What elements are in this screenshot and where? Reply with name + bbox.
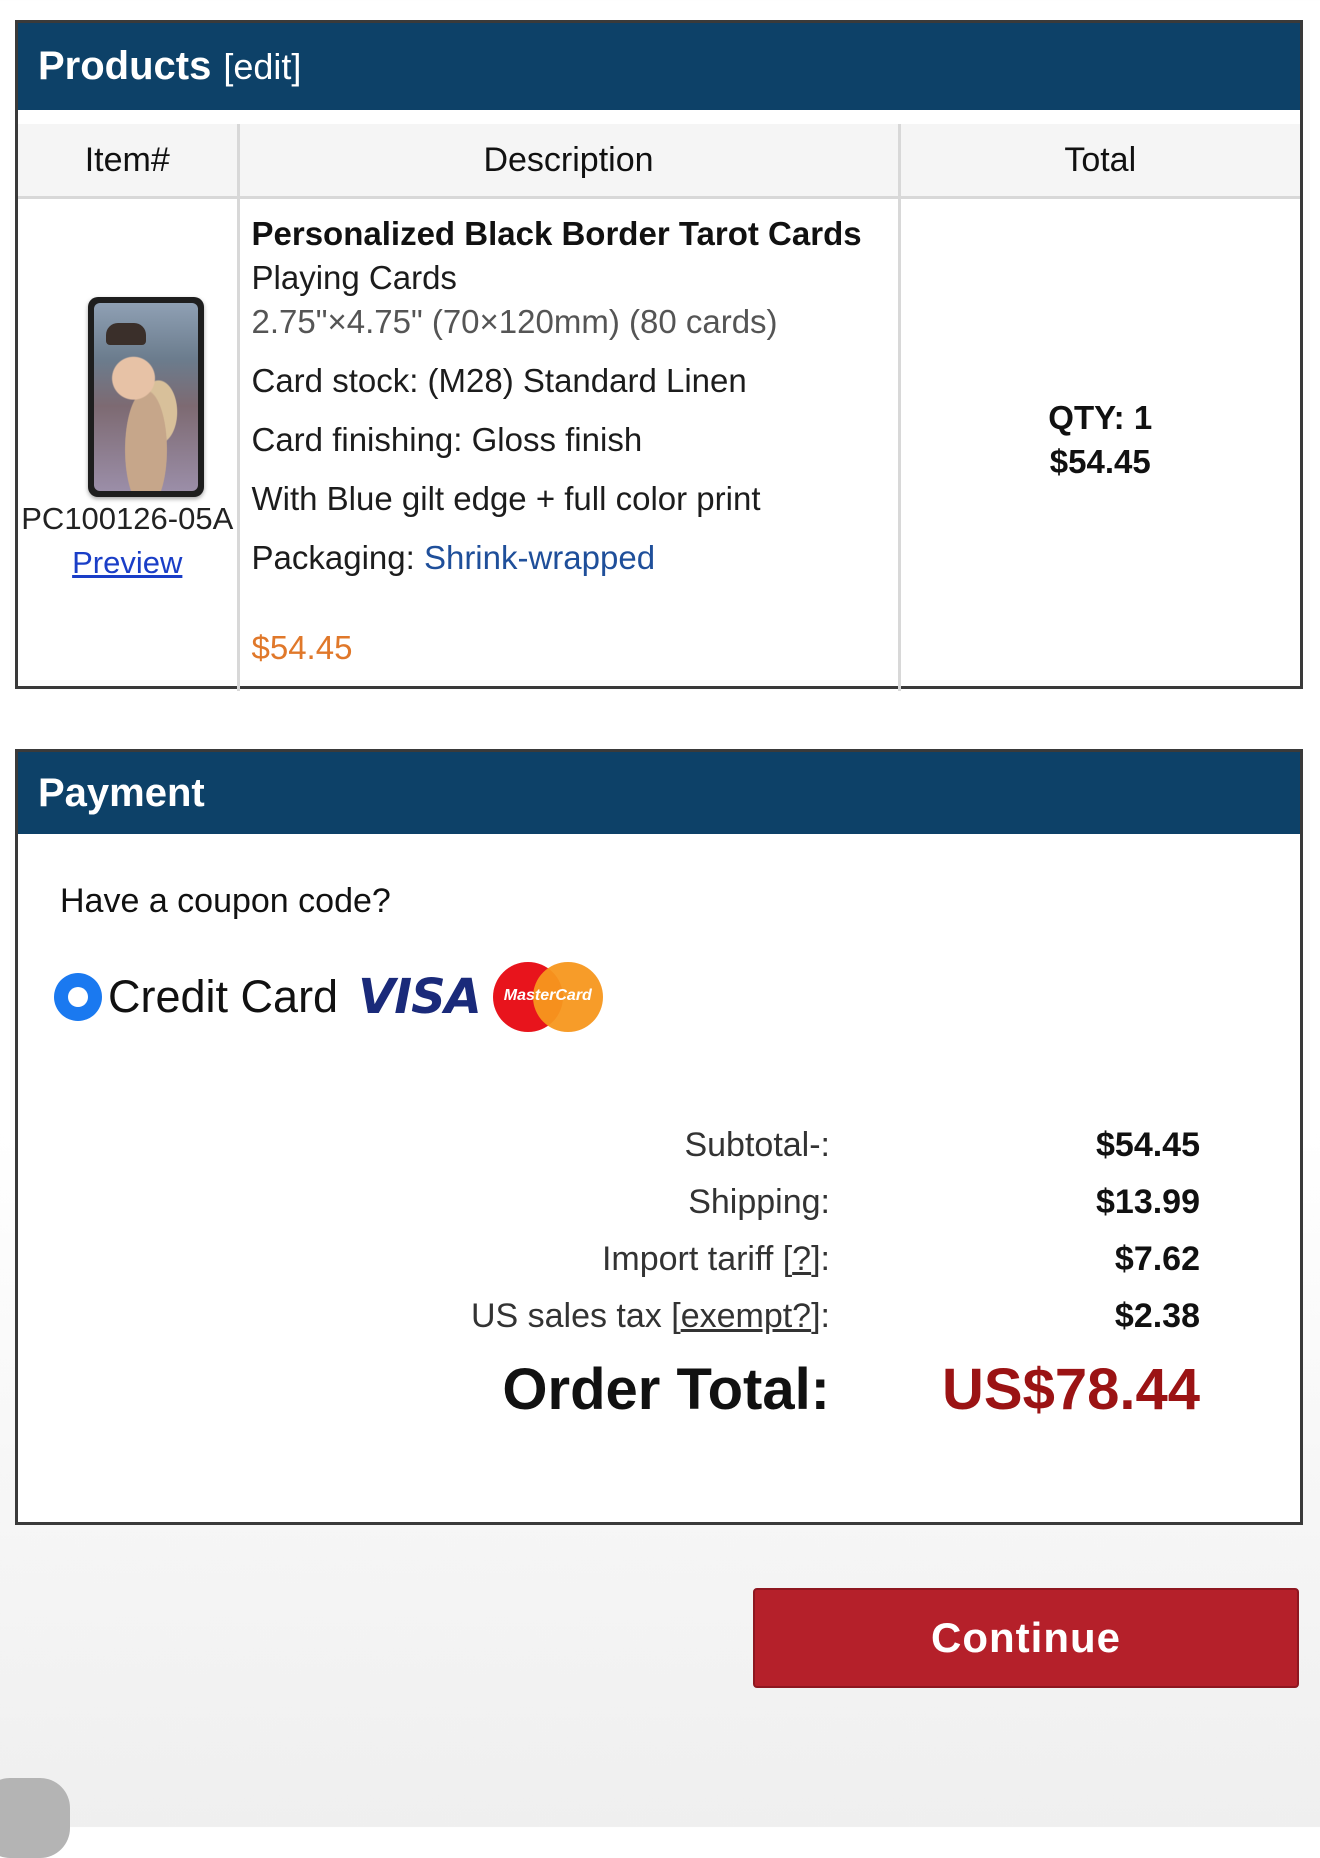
product-price: $54.45	[251, 629, 353, 666]
products-table: Item# Description Total PC100126-05A Pre…	[18, 124, 1300, 691]
credit-card-label[interactable]: Credit Card	[108, 971, 338, 1023]
column-header-item: Item#	[18, 124, 240, 199]
payment-panel: Payment Have a coupon code? Credit Card …	[15, 749, 1303, 1525]
import-tariff-label: Import tariff [?]:	[602, 1240, 830, 1279]
import-tariff-prefix: Import tariff [	[601, 1240, 793, 1278]
product-packaging: Packaging: Shrink-wrapped	[252, 539, 656, 577]
total-cell: QTY: 1 $54.45	[899, 198, 1300, 692]
quantity: QTY: 1	[1048, 399, 1153, 436]
packaging-label: Packaging:	[251, 539, 424, 576]
radio-selected-dot	[68, 987, 88, 1007]
product-edge: With Blue gilt edge + full color print	[251, 480, 761, 517]
mastercard-logo-text: MasterCard	[503, 987, 592, 1004]
product-card-stock: Card stock: (M28) Standard Linen	[251, 362, 747, 399]
product-photo-detail	[106, 323, 146, 345]
sales-tax-suffix: ]:	[811, 1297, 830, 1335]
table-row: PC100126-05A Preview Personalized Black …	[18, 197, 1300, 692]
order-total-label: Order Total:	[502, 1357, 830, 1422]
payment-header: Payment	[18, 752, 1300, 834]
products-table-header-row: Item# Description Total	[18, 124, 1300, 199]
shipping-label: Shipping:	[688, 1183, 830, 1221]
order-total-value: US$78.44	[942, 1357, 1200, 1422]
import-tariff-value: $7.62	[1114, 1240, 1200, 1278]
coupon-code-link[interactable]: Have a coupon code?	[60, 882, 391, 921]
product-size: 2.75"×4.75" (70×120mm) (80 cards)	[251, 303, 778, 340]
products-title: Products	[38, 44, 212, 88]
tax-exempt-link[interactable]: exempt?	[681, 1297, 811, 1335]
mastercard-logo: MasterCard	[492, 962, 603, 1032]
line-total: $54.45	[1049, 443, 1151, 480]
payment-title: Payment	[38, 770, 205, 815]
preview-link[interactable]: Preview	[18, 545, 237, 581]
product-card-finishing: Card finishing: Gloss finish	[251, 421, 643, 458]
subtotal-value: $54.45	[1096, 1126, 1200, 1164]
column-header-total: Total	[899, 124, 1300, 199]
description-cell: Personalized Black Border Tarot Cards Pl…	[238, 197, 901, 691]
import-tariff-suffix: ]:	[811, 1240, 830, 1278]
column-header-description: Description	[238, 124, 901, 199]
credit-card-radio[interactable]	[54, 973, 102, 1021]
visa-logo: VISA	[358, 969, 482, 1025]
corner-decoration	[0, 1778, 70, 1858]
import-tariff-help-link[interactable]: ?	[792, 1240, 811, 1278]
continue-button[interactable]: Continue	[753, 1588, 1299, 1688]
shipping-value: $13.99	[1096, 1183, 1200, 1221]
product-thumbnail[interactable]	[88, 297, 204, 497]
sales-tax-label: US sales tax [exempt?]:	[471, 1297, 830, 1336]
payment-body: Have a coupon code? Credit Card VISA Mas…	[18, 834, 1300, 1522]
product-name: Personalized Black Border Tarot Cards	[251, 215, 862, 252]
sales-tax-prefix: US sales tax [	[470, 1297, 681, 1335]
edit-products-link[interactable]: [edit]	[223, 46, 301, 88]
subtotal-label: Subtotal-:	[684, 1126, 830, 1164]
product-category: Playing Cards	[251, 259, 457, 296]
item-number: PC100126-05A	[21, 501, 234, 536]
item-cell: PC100126-05A Preview	[18, 197, 240, 691]
sales-tax-value: $2.38	[1114, 1297, 1200, 1335]
packaging-value: Shrink-wrapped	[423, 539, 656, 576]
products-panel: Products [edit] Item# Description Total	[15, 20, 1303, 691]
credit-card-option[interactable]: Credit Card VISA MasterCard	[54, 962, 603, 1032]
products-header: Products [edit]	[18, 23, 1300, 110]
